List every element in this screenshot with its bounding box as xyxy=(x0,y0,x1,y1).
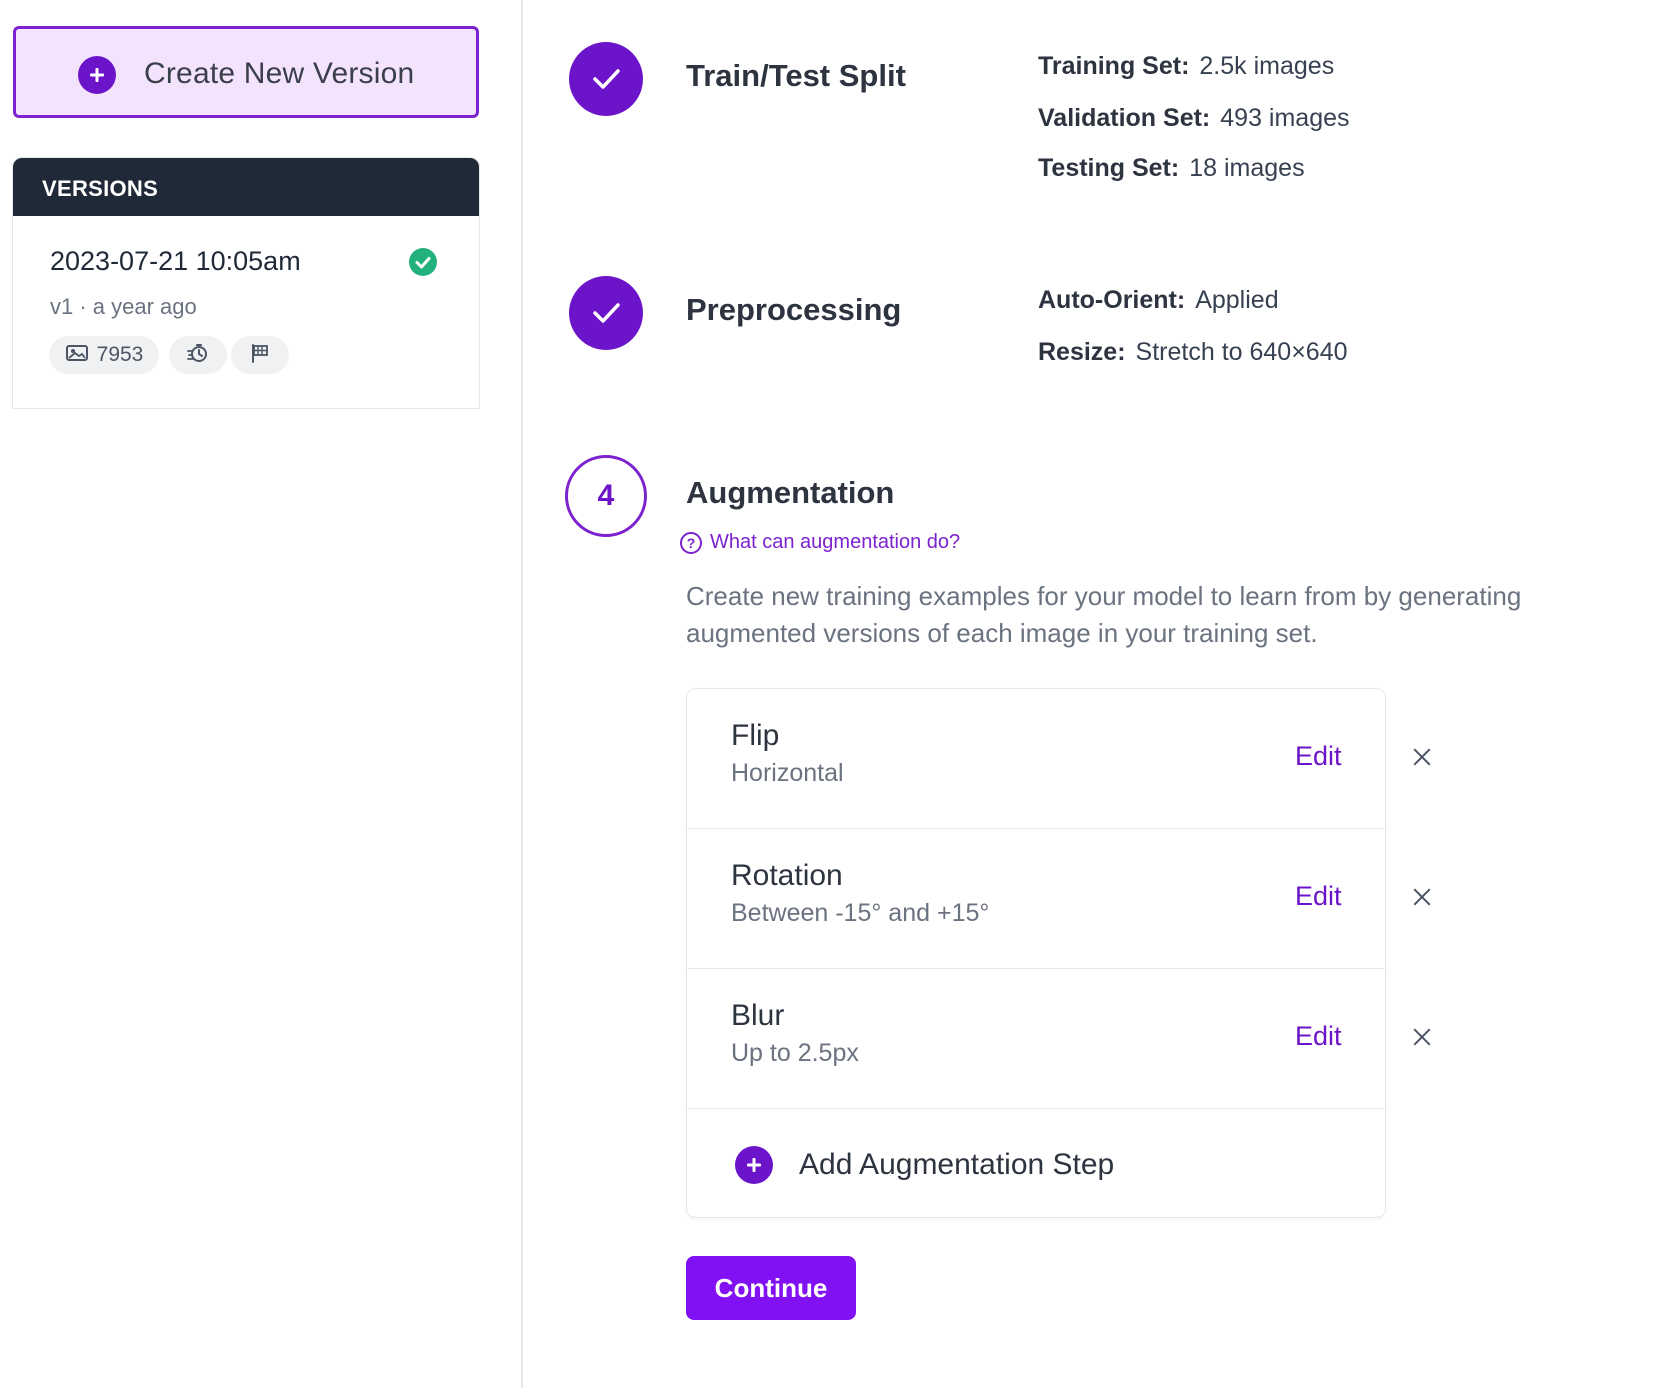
remove-flip-close-icon[interactable] xyxy=(1410,745,1434,769)
training-set-label: Training Set: xyxy=(1038,52,1190,80)
validation-set-label: Validation Set: xyxy=(1038,104,1211,132)
plus-icon xyxy=(735,1146,773,1184)
augmentation-step-number: 4 xyxy=(565,455,647,537)
add-augmentation-step-label: Add Augmentation Step xyxy=(799,1148,1115,1181)
versions-header: VERSIONS xyxy=(13,158,479,216)
augmentation-item-detail: Horizontal xyxy=(731,759,844,787)
training-set-row: Training Set: 2.5k images xyxy=(1038,52,1334,81)
remove-blur-close-icon[interactable] xyxy=(1410,1025,1434,1049)
image-count-chip: 7953 xyxy=(49,336,159,374)
augmentation-item-name: Blur xyxy=(731,999,785,1032)
flag-chip xyxy=(231,336,289,374)
training-set-value: 2.5k images xyxy=(1199,52,1335,80)
edit-rotation-button[interactable]: Edit xyxy=(1295,881,1342,912)
testing-set-value: 18 images xyxy=(1189,154,1305,182)
continue-button[interactable]: Continue xyxy=(686,1256,856,1320)
augmentation-item-name: Flip xyxy=(731,719,780,752)
augmentation-help-link[interactable]: ? What can augmentation do? xyxy=(680,531,960,554)
image-count: 7953 xyxy=(96,343,144,366)
resize-row: Resize: Stretch to 640×640 xyxy=(1038,338,1348,367)
auto-orient-value: Applied xyxy=(1195,286,1279,314)
augmentation-item-rotation: Rotation Between -15° and +15° Edit xyxy=(687,829,1385,969)
augmentation-item-name: Rotation xyxy=(731,859,843,892)
flag-icon xyxy=(249,342,271,369)
augmentation-step-title: Augmentation xyxy=(686,475,895,510)
resize-value: Stretch to 640×640 xyxy=(1135,338,1348,366)
auto-orient-row: Auto-Orient: Applied xyxy=(1038,286,1279,315)
augmentation-list: Flip Horizontal Edit Rotation Between -1… xyxy=(686,688,1386,1218)
augmentation-description: Create new training examples for your mo… xyxy=(686,581,1522,648)
preprocessing-step-check-icon xyxy=(569,276,643,350)
sidebar: Create New Version VERSIONS 2023-07-21 1… xyxy=(0,0,523,1388)
image-icon xyxy=(65,343,89,368)
plus-icon xyxy=(78,56,116,94)
auto-orient-label: Auto-Orient: xyxy=(1038,286,1186,314)
version-date: 2023-07-21 10:05am xyxy=(50,246,301,276)
augmentation-item-flip: Flip Horizontal Edit xyxy=(687,689,1385,829)
validation-set-value: 493 images xyxy=(1220,104,1350,132)
create-new-version-label: Create New Version xyxy=(144,57,415,90)
split-step-check-icon xyxy=(569,42,643,116)
preprocessing-step-title: Preprocessing xyxy=(686,292,902,327)
resize-label: Resize: xyxy=(1038,338,1126,366)
augmentation-help-label: What can augmentation do? xyxy=(710,531,961,553)
version-subtitle: v1 · a year ago xyxy=(50,294,197,319)
check-icon xyxy=(409,248,437,276)
testing-set-label: Testing Set: xyxy=(1038,154,1180,182)
timer-chip xyxy=(169,336,227,374)
add-augmentation-step-button[interactable]: Add Augmentation Step xyxy=(687,1110,1385,1218)
timer-icon xyxy=(186,341,210,370)
edit-flip-button[interactable]: Edit xyxy=(1295,741,1342,772)
question-icon: ? xyxy=(680,531,702,554)
augmentation-item-detail: Between -15° and +15° xyxy=(731,899,990,927)
version-card[interactable]: 2023-07-21 10:05am v1 · a year ago 7953 xyxy=(13,216,479,408)
remove-rotation-close-icon[interactable] xyxy=(1410,885,1434,909)
split-step-title: Train/Test Split xyxy=(686,58,906,93)
augmentation-item-blur: Blur Up to 2.5px Edit xyxy=(687,969,1385,1109)
testing-set-row: Testing Set: 18 images xyxy=(1038,154,1305,183)
create-new-version-button[interactable]: Create New Version xyxy=(13,26,479,118)
validation-set-row: Validation Set: 493 images xyxy=(1038,104,1350,133)
augmentation-item-detail: Up to 2.5px xyxy=(731,1039,859,1067)
edit-blur-button[interactable]: Edit xyxy=(1295,1021,1342,1052)
versions-panel: VERSIONS 2023-07-21 10:05am v1 · a year … xyxy=(12,157,480,409)
